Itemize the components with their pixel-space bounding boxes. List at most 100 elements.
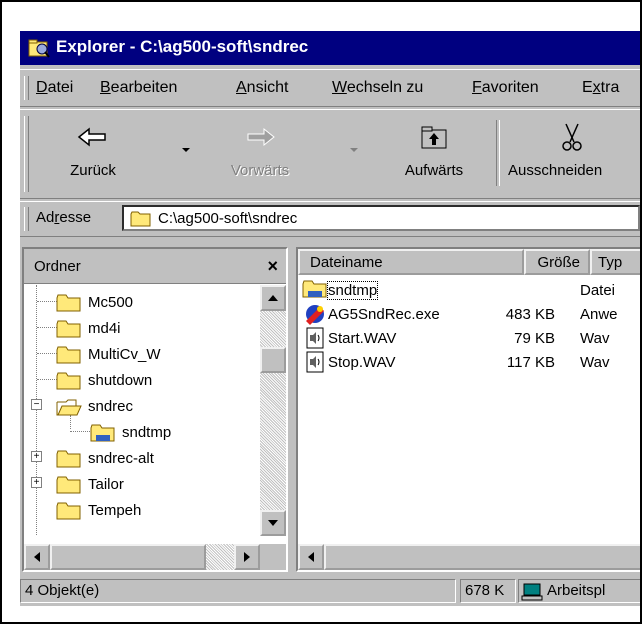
file-row[interactable]: sndtmp Datei bbox=[298, 279, 640, 303]
status-zone-cell: Arbeitspl bbox=[518, 579, 640, 603]
back-label: Zurück bbox=[70, 162, 116, 179]
address-input[interactable]: C:\ag500-soft\sndrec bbox=[122, 205, 640, 231]
forward-dropdown-arrow-icon[interactable] bbox=[348, 145, 360, 155]
scroll-up-button[interactable] bbox=[260, 285, 286, 311]
scroll-thumb[interactable] bbox=[260, 347, 286, 373]
open-folder-icon bbox=[56, 399, 82, 416]
explorer-window: Explorer - C:\ag500-soft\sndrec Datei Be… bbox=[20, 31, 640, 606]
computer-icon bbox=[521, 583, 543, 601]
menu-ansicht[interactable]: Ansicht bbox=[236, 79, 288, 97]
scroll-left-arrow-icon bbox=[34, 552, 40, 562]
tree-line bbox=[70, 415, 71, 429]
expand-toggle[interactable]: + bbox=[31, 477, 42, 488]
address-value: C:\ag500-soft\sndrec bbox=[158, 210, 298, 227]
file-row[interactable]: Start.WAV 79 KB Wav bbox=[298, 327, 640, 351]
tree-item-label: sndrec-alt bbox=[88, 450, 154, 467]
status-location: Arbeitspl bbox=[547, 582, 606, 599]
files-horizontal-scrollbar[interactable] bbox=[298, 544, 640, 570]
status-count: 4 Objekt(e) bbox=[25, 582, 100, 599]
file-type: Wav bbox=[580, 330, 610, 347]
tree-line bbox=[70, 431, 90, 432]
tree-line bbox=[37, 353, 57, 354]
file-row[interactable]: AG5SndRec.exe 483 KB Anwe bbox=[298, 303, 640, 327]
scroll-left-arrow-icon bbox=[308, 552, 314, 562]
menu-datei[interactable]: Datei bbox=[36, 79, 73, 97]
forward-label: Vorwärts bbox=[230, 162, 290, 179]
tree-line bbox=[37, 327, 57, 328]
expand-toggle[interactable]: + bbox=[31, 451, 42, 462]
scroll-down-button[interactable] bbox=[260, 510, 286, 536]
tree-item-label: sndtmp bbox=[122, 424, 172, 441]
folder-icon bbox=[56, 320, 81, 338]
forward-button[interactable]: Vorwärts bbox=[210, 118, 310, 188]
column-header-label: Größe bbox=[537, 254, 580, 271]
scroll-right-button[interactable] bbox=[234, 544, 260, 570]
window-title: Explorer - C:\ag500-soft\sndrec bbox=[56, 37, 309, 56]
file-type: Datei bbox=[580, 282, 616, 299]
tree-item-label: Tempeh bbox=[88, 502, 142, 519]
standard-toolbar: Zurück Vorwärts Aufwärts Ausschneiden bbox=[20, 109, 640, 199]
scroll-right-arrow-icon bbox=[244, 552, 250, 562]
folders-horizontal-scrollbar[interactable] bbox=[24, 544, 260, 570]
status-count-cell: 4 Objekt(e) bbox=[20, 579, 456, 603]
tree-item-label: sndrec bbox=[88, 398, 134, 415]
tree-item-label: MultiCv_W bbox=[88, 346, 161, 363]
menu-extras[interactable]: Extra bbox=[582, 79, 619, 97]
scroll-corner bbox=[260, 544, 286, 570]
tree-item-label: md4i bbox=[88, 320, 121, 337]
back-button[interactable]: Zurück bbox=[48, 118, 138, 188]
explorer-app-icon bbox=[28, 39, 50, 58]
up-button[interactable]: Aufwärts bbox=[384, 118, 484, 188]
cut-button[interactable]: Ausschneiden bbox=[504, 118, 640, 188]
status-size: 678 K bbox=[465, 582, 505, 599]
scroll-left-button[interactable] bbox=[24, 544, 50, 570]
column-header-type[interactable]: Typ bbox=[590, 249, 640, 275]
tree-item-label: shutdown bbox=[88, 372, 153, 389]
title-bar[interactable]: Explorer - C:\ag500-soft\sndrec bbox=[20, 31, 640, 65]
file-row[interactable]: Stop.WAV 117 KB Wav bbox=[298, 351, 640, 375]
folder-icon bbox=[130, 211, 151, 227]
collapse-toggle[interactable]: − bbox=[31, 399, 42, 410]
scroll-thumb[interactable] bbox=[324, 544, 640, 570]
network-folder-icon bbox=[90, 424, 115, 442]
scissors-icon bbox=[562, 123, 582, 151]
file-name: Stop.WAV bbox=[328, 354, 396, 371]
scroll-thumb[interactable] bbox=[50, 544, 206, 570]
folders-pane-close-icon[interactable]: × bbox=[267, 256, 278, 277]
scroll-down-arrow-icon bbox=[268, 520, 278, 526]
menu-wechseln-zu[interactable]: Wechseln zu bbox=[332, 79, 423, 97]
folder-tree: Mc500 md4i MultiCv_W shutdown − sndrec s… bbox=[24, 285, 262, 535]
toolbar-grip[interactable] bbox=[24, 116, 29, 192]
menu-favoriten[interactable]: Favoriten bbox=[472, 79, 539, 97]
folders-pane: Ordner × Mc500 md4i MultiCv_W shutdown −… bbox=[22, 247, 288, 572]
address-bar-grip[interactable] bbox=[24, 207, 29, 231]
tree-item-label: Tailor bbox=[88, 476, 124, 493]
back-dropdown-arrow-icon[interactable] bbox=[180, 145, 192, 155]
back-arrow-icon bbox=[77, 127, 106, 147]
forward-arrow-icon bbox=[247, 127, 275, 147]
file-name: AG5SndRec.exe bbox=[328, 306, 440, 323]
folders-vertical-scrollbar[interactable] bbox=[260, 285, 286, 536]
cut-label: Ausschneiden bbox=[508, 162, 603, 179]
network-folder-icon bbox=[302, 280, 327, 298]
file-name: sndtmp bbox=[326, 281, 379, 300]
status-size-cell: 678 K bbox=[460, 579, 516, 603]
folder-icon bbox=[56, 502, 81, 520]
file-list-pane: Dateiname Größe Typ sndtmp Datei AG5SndR… bbox=[296, 247, 640, 572]
file-size: 117 KB bbox=[506, 354, 555, 371]
column-header-name[interactable]: Dateiname bbox=[298, 249, 524, 275]
scroll-left-button[interactable] bbox=[298, 544, 324, 570]
tree-item-label: Mc500 bbox=[88, 294, 134, 311]
file-type: Anwe bbox=[580, 306, 618, 323]
menu-bearbeiten[interactable]: Bearbeiten bbox=[100, 79, 177, 97]
column-header-size[interactable]: Größe bbox=[524, 249, 590, 275]
file-type: Wav bbox=[580, 354, 610, 371]
scroll-up-arrow-icon bbox=[268, 295, 278, 301]
menu-bar: Datei Bearbeiten Ansicht Wechseln zu Fav… bbox=[20, 69, 640, 107]
folders-pane-header: Ordner × bbox=[24, 249, 286, 284]
menu-bar-grip[interactable] bbox=[24, 76, 29, 100]
folder-icon bbox=[56, 294, 81, 312]
address-bar: Adresse C:\ag500-soft\sndrec bbox=[20, 201, 640, 237]
folders-pane-title: Ordner bbox=[34, 258, 81, 275]
tree-line bbox=[37, 301, 57, 302]
